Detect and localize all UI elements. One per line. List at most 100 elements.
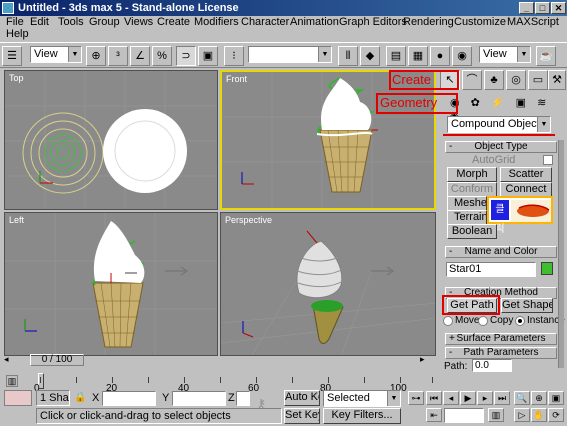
cube-icon[interactable]: ▣: [198, 46, 218, 66]
menu-character[interactable]: Character: [241, 16, 289, 28]
object-type-rollout[interactable]: - Object Type: [445, 141, 557, 153]
zoom-icon[interactable]: 🔍: [514, 391, 530, 405]
pan-icon[interactable]: ✋: [531, 408, 547, 422]
named-selection-set-dropdown[interactable]: ▼: [248, 46, 332, 63]
autogrid-checkbox[interactable]: [543, 155, 553, 165]
snap-3-icon[interactable]: ³: [108, 46, 128, 66]
y-coord-field[interactable]: [172, 391, 226, 406]
zoom-all-icon[interactable]: ⊕: [531, 391, 547, 405]
status-prompt: Click or click-and-drag to select object…: [36, 408, 282, 424]
maximize-button[interactable]: □: [535, 2, 550, 14]
viewport-perspective[interactable]: Perspective: [220, 212, 436, 356]
auto-key-button[interactable]: Auto Key: [284, 390, 320, 406]
time-configuration-icon[interactable]: ▥: [488, 408, 504, 422]
loft-button[interactable]: 클릭: [487, 196, 553, 235]
hierarchy-tab-icon[interactable]: ♣: [484, 70, 504, 90]
percent-snap-icon[interactable]: %: [152, 46, 172, 66]
render-scene-icon[interactable]: ◉: [452, 46, 472, 66]
track-view-icon[interactable]: ▤: [386, 46, 406, 66]
boolean-button[interactable]: Boolean: [447, 224, 497, 239]
menu-rendering[interactable]: Rendering: [403, 16, 454, 28]
get-shape-button[interactable]: Get Shape: [501, 298, 553, 313]
menu-help[interactable]: Help: [6, 28, 29, 40]
autogrid-label: AutoGrid: [472, 154, 516, 166]
set-key-button[interactable]: Set Key: [284, 408, 320, 424]
lock-selection-icon[interactable]: 🔒: [74, 392, 86, 404]
previous-frame-icon[interactable]: ◂: [443, 391, 459, 405]
command-panel-scrollbar[interactable]: [558, 140, 564, 368]
go-to-start-icon[interactable]: ⏮: [426, 391, 442, 405]
app-icon: [2, 2, 14, 14]
move-radio[interactable]: [443, 316, 453, 326]
magnet-icon[interactable]: ⊃: [176, 46, 196, 66]
close-button[interactable]: ✕: [551, 2, 566, 14]
key-mode-dropdown[interactable]: Selected ▼: [323, 390, 401, 407]
instance-radio[interactable]: [515, 316, 525, 326]
display-tab-icon[interactable]: ▭: [528, 70, 548, 90]
angle-snap-icon[interactable]: ∠: [130, 46, 150, 66]
timeline-config-icon[interactable]: ▥: [6, 375, 18, 387]
reference-coordinate-dropdown[interactable]: View ▼: [30, 46, 82, 63]
zoom-extents-icon[interactable]: ▣: [548, 391, 564, 405]
bottom-panel: 0 / 100 ◂ ▸ ▥ 0 20 40 60 80 100 1 Sha 🔒 …: [0, 354, 567, 426]
viewport-front[interactable]: Front: [220, 70, 436, 210]
key-filters-button[interactable]: Key Filters...: [323, 408, 401, 424]
field-of-view-icon[interactable]: ▷: [514, 408, 530, 422]
surface-parameters-rollout[interactable]: + Surface Parameters: [445, 333, 557, 345]
pivot-icon[interactable]: ⊕: [86, 46, 106, 66]
set-key-icon[interactable]: ⊶: [408, 391, 424, 405]
copy-radio[interactable]: [478, 316, 488, 326]
quick-render-teapot-icon[interactable]: ☕: [536, 46, 556, 66]
path-parameters-rollout[interactable]: - Path Parameters: [445, 347, 557, 359]
name-and-color-rollout[interactable]: - Name and Color: [445, 246, 557, 258]
viewport-top[interactable]: Top: [4, 70, 218, 210]
current-frame-field[interactable]: [444, 408, 484, 423]
scatter-button[interactable]: Scatter: [500, 167, 552, 182]
get-path-highlight-box: [442, 295, 500, 315]
select-by-name-icon[interactable]: ☰: [2, 46, 22, 66]
mirror-icon[interactable]: ⫴: [338, 46, 358, 66]
menu-group[interactable]: Group: [89, 16, 120, 28]
menu-create[interactable]: Create: [157, 16, 190, 28]
time-slider[interactable]: 0 / 100: [30, 354, 84, 366]
align-icon[interactable]: ◆: [360, 46, 380, 66]
morph-button[interactable]: Morph: [447, 167, 497, 182]
menu-animation[interactable]: Animation: [290, 16, 339, 28]
menu-file[interactable]: File: [6, 16, 24, 28]
menu-maxscript[interactable]: MAXScript: [507, 16, 559, 28]
utilities-tab-icon[interactable]: ⚒: [548, 70, 566, 90]
viewport-left[interactable]: Left: [4, 212, 218, 356]
arc-rotate-icon[interactable]: ⟳: [548, 408, 564, 422]
play-icon[interactable]: ▶: [460, 391, 476, 405]
category-dropdown[interactable]: Compound Objects ▼: [447, 116, 551, 133]
max-listener-box[interactable]: [4, 390, 32, 406]
go-to-end-icon[interactable]: ⏭: [494, 391, 510, 405]
material-editor-icon[interactable]: ●: [430, 46, 450, 66]
minimize-button[interactable]: _: [519, 2, 534, 14]
korean-annotation: 클릭: [491, 200, 509, 235]
mesher-button[interactable]: Mesher: [447, 196, 487, 211]
motion-tab-icon[interactable]: ◎: [506, 70, 526, 90]
menu-views[interactable]: Views: [124, 16, 153, 28]
menu-graph-editors[interactable]: Graph Editors: [339, 16, 407, 28]
terrain-button[interactable]: Terrain: [447, 210, 487, 225]
menu-tools[interactable]: Tools: [58, 16, 84, 28]
next-frame-icon[interactable]: ▸: [477, 391, 493, 405]
menu-modifiers[interactable]: Modifiers: [194, 16, 239, 28]
timeline-track[interactable]: ▥ 0 20 40 60 80 100: [0, 373, 438, 394]
z-coord-field[interactable]: [236, 391, 250, 406]
slider-next-icon[interactable]: ▸: [420, 354, 432, 366]
key-mode-toggle-icon[interactable]: ⇤: [426, 408, 442, 422]
object-color-swatch[interactable]: [541, 262, 553, 275]
render-type-dropdown[interactable]: View ▼: [479, 46, 531, 63]
connect-button[interactable]: Connect: [500, 182, 552, 197]
schematic-view-icon[interactable]: ▦: [408, 46, 428, 66]
conform-button[interactable]: Conform: [447, 182, 497, 197]
menu-customize[interactable]: Customize: [454, 16, 506, 28]
slider-prev-icon[interactable]: ◂: [4, 354, 16, 366]
modify-tab-icon[interactable]: ⌒: [462, 70, 482, 90]
menu-edit[interactable]: Edit: [30, 16, 49, 28]
named-selection-icon[interactable]: ⁝: [224, 46, 244, 66]
object-name-field[interactable]: Star01: [446, 262, 536, 277]
x-coord-field[interactable]: [102, 391, 156, 406]
